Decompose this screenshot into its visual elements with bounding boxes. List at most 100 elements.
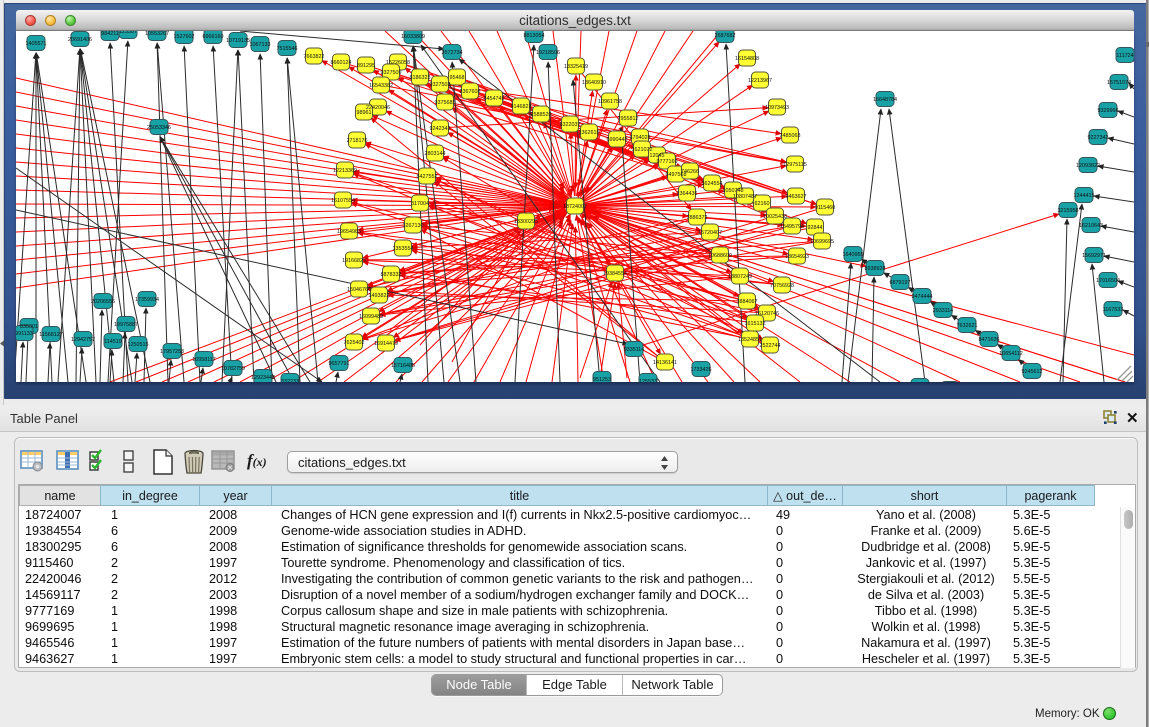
svg-text:2367608: 2367608: [460, 89, 481, 95]
svg-text:16099489: 16099489: [359, 314, 383, 320]
svg-text:8660124: 8660124: [331, 60, 352, 66]
svg-text:3215958: 3215958: [1058, 208, 1079, 214]
svg-text:8322037: 8322037: [560, 122, 581, 128]
svg-text:11568127: 11568127: [39, 332, 63, 338]
svg-text:16033809: 16033809: [401, 34, 425, 40]
svg-text:9242343: 9242343: [430, 126, 451, 132]
svg-text:3267130: 3267130: [403, 223, 424, 229]
svg-text:9777169: 9777169: [657, 159, 678, 165]
svg-text:7515546: 7515546: [277, 46, 298, 52]
svg-text:2803144: 2803144: [425, 151, 446, 157]
svg-text:1733426: 1733426: [691, 367, 712, 373]
svg-text:1362615: 1362615: [579, 130, 600, 136]
svg-text:7955812: 7955812: [618, 116, 639, 122]
svg-text:10807487: 10807487: [733, 194, 757, 200]
svg-text:1250515: 1250515: [128, 342, 149, 348]
svg-text:6879197: 6879197: [890, 280, 911, 286]
svg-text:13524851: 13524851: [738, 337, 762, 343]
svg-text:16107554: 16107554: [331, 198, 355, 204]
svg-text:317004: 317004: [411, 201, 429, 207]
svg-text:1067133: 1067133: [250, 42, 271, 48]
svg-text:8186323: 8186323: [410, 75, 431, 81]
svg-text:1640955: 1640955: [843, 252, 864, 258]
svg-text:9329966: 9329966: [1098, 108, 1119, 114]
svg-text:9375685: 9375685: [435, 100, 456, 106]
svg-text:1493822: 1493822: [369, 293, 390, 299]
svg-text:13640910: 13640910: [582, 80, 606, 86]
svg-text:19975887: 19975887: [114, 322, 138, 328]
svg-text:12093822: 12093822: [1076, 163, 1100, 169]
svg-text:6990448: 6990448: [607, 137, 628, 143]
svg-text:15046766: 15046766: [347, 287, 371, 293]
svg-text:9245612: 9245612: [1022, 369, 1043, 375]
svg-text:9115460: 9115460: [815, 205, 836, 211]
svg-text:2933114: 2933114: [933, 308, 954, 314]
svg-text:1615132: 1615132: [745, 321, 766, 327]
svg-text:18724007: 18724007: [563, 204, 587, 210]
svg-text:98961: 98961: [357, 110, 372, 116]
svg-text:332233: 332233: [281, 379, 299, 382]
svg-text:3884067: 3884067: [737, 299, 758, 305]
svg-text:15226058: 15226058: [386, 60, 410, 66]
svg-text:10699695: 10699695: [810, 239, 834, 245]
svg-text:951253: 951253: [593, 377, 611, 382]
svg-text:10553267: 10553267: [145, 31, 169, 37]
svg-text:16120746: 16120746: [755, 311, 779, 317]
svg-text:9335114: 9335114: [624, 347, 645, 353]
svg-text:746266: 746266: [681, 169, 699, 175]
svg-text:16154808: 16154808: [735, 56, 759, 62]
svg-text:15495794: 15495794: [780, 224, 804, 230]
svg-text:7625402: 7625402: [344, 340, 365, 346]
svg-text:16648784: 16648784: [873, 97, 897, 103]
svg-text:7663822: 7663822: [304, 54, 325, 60]
svg-text:2718176: 2718176: [347, 138, 368, 144]
svg-text:19166825: 19166825: [342, 258, 366, 264]
svg-text:1167533: 1167533: [1103, 307, 1124, 313]
svg-text:18300295: 18300295: [514, 219, 538, 225]
svg-text:3624554: 3624554: [702, 181, 723, 187]
svg-text:8471636: 8471636: [979, 337, 1000, 343]
svg-text:10961758: 10961758: [598, 99, 622, 105]
svg-text:6966160: 6966160: [203, 34, 224, 40]
svg-text:19384554: 19384554: [603, 271, 627, 277]
svg-text:70756928: 70756928: [770, 283, 794, 289]
svg-text:12975115: 12975115: [783, 162, 807, 168]
svg-text:19218506: 19218506: [536, 50, 560, 56]
svg-text:9146821: 9146821: [511, 104, 532, 110]
svg-text:8878332: 8878332: [381, 272, 402, 278]
svg-text:17359934: 17359934: [135, 297, 159, 303]
svg-text:9474444: 9474444: [912, 294, 933, 300]
svg-text:2364436: 2364436: [677, 191, 698, 197]
svg-text:8427552: 8427552: [417, 174, 438, 180]
svg-text:125533: 125533: [639, 379, 657, 382]
svg-text:10025438: 10025438: [763, 214, 787, 220]
svg-text:10782759: 10782759: [221, 366, 245, 372]
svg-text:13654923: 13654923: [785, 254, 809, 260]
svg-text:8454749: 8454749: [484, 96, 505, 102]
svg-text:92844: 92844: [808, 225, 823, 231]
svg-text:10973493: 10973493: [765, 105, 789, 111]
svg-text:12923448: 12923448: [251, 375, 275, 381]
svg-text:14136141: 14136141: [653, 360, 677, 366]
svg-text:12213369: 12213369: [333, 168, 357, 174]
svg-text:3572734: 3572734: [442, 50, 463, 56]
svg-text:991133: 991133: [16, 331, 33, 337]
svg-text:18807249: 18807249: [728, 274, 752, 280]
svg-text:13325419: 13325419: [564, 64, 588, 70]
svg-text:9227342: 9227342: [1088, 135, 1109, 141]
svg-text:16543382: 16543382: [369, 83, 393, 89]
svg-text:10958117: 10958117: [192, 357, 216, 363]
svg-text:1244415: 1244415: [1074, 193, 1095, 199]
svg-text:7886372: 7886372: [687, 215, 708, 221]
svg-text:9327509: 9327509: [381, 70, 402, 76]
svg-text:2522744: 2522744: [760, 343, 781, 349]
svg-text:9463627: 9463627: [786, 194, 807, 200]
svg-text:1588520: 1588520: [531, 112, 552, 118]
svg-text:17957253: 17957253: [160, 349, 184, 355]
svg-text:17016504: 17016504: [1096, 278, 1120, 284]
svg-text:835001: 835001: [20, 324, 38, 330]
svg-text:16210643: 16210643: [1079, 223, 1103, 229]
svg-text:6794028: 6794028: [630, 135, 651, 141]
svg-text:62160: 62160: [755, 201, 770, 207]
svg-text:125387: 125387: [119, 31, 137, 35]
